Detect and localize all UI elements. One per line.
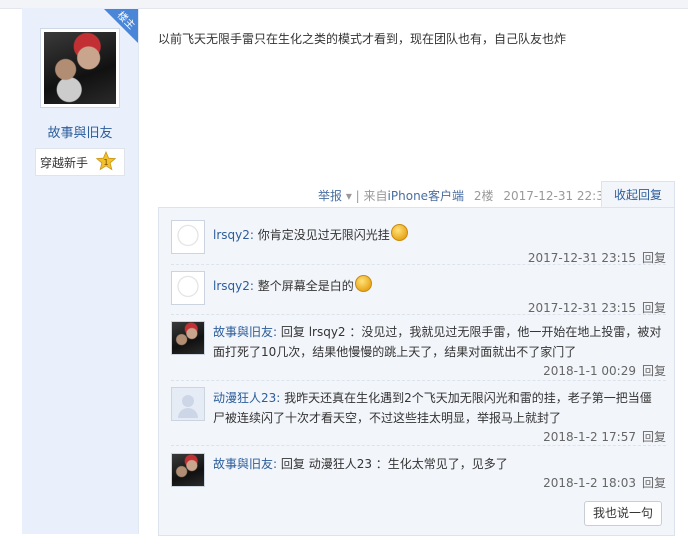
say-something-button[interactable]: 我也说一句 bbox=[584, 501, 662, 526]
reply-link[interactable]: 回复 bbox=[642, 476, 666, 490]
reply-item: lrsqy2: 你肯定没见过无限闪光挂 2017-12-31 23:15 回复 bbox=[171, 220, 666, 265]
svg-text:1: 1 bbox=[103, 158, 108, 167]
reply-meta: 2018-1-2 18:03 回复 bbox=[543, 474, 666, 491]
reply-body: 回复 lrsqy2 ：没见过，我就见过无限手雷，他一开始在地上投雷，被对面打死了… bbox=[213, 325, 662, 359]
meta-divider: | bbox=[355, 189, 364, 203]
reply-text: 动漫狂人23: 我昨天还真在生化遇到2个飞天加无限闪光和雷的挂，老子第一把当僵尸… bbox=[213, 388, 663, 428]
reply-meta: 2018-1-2 17:57 回复 bbox=[543, 428, 666, 445]
reply-time: 2017-12-31 23:15 bbox=[527, 301, 636, 315]
reply-time: 2018-1-2 17:57 bbox=[543, 430, 636, 444]
chevron-down-icon: ▾ bbox=[342, 189, 356, 203]
reply-separator bbox=[171, 264, 666, 265]
smile-emoji-icon bbox=[390, 224, 408, 241]
floor-number: 2楼 bbox=[473, 189, 494, 203]
reply-time: 2017-12-31 23:15 bbox=[527, 251, 636, 265]
post-time: 2017-12-31 22:39 bbox=[503, 189, 612, 203]
reply-box: lrsqy2: 你肯定没见过无限闪光挂 2017-12-31 23:15 回复 l… bbox=[158, 207, 675, 536]
collapse-replies-tab[interactable]: 收起回复 bbox=[601, 181, 675, 209]
reply-text: 故事與旧友: 回复 动漫狂人23 ：生化太常见了，见多了 bbox=[213, 454, 663, 474]
reply-author[interactable]: lrsqy2: bbox=[213, 279, 254, 293]
smile-emoji-icon bbox=[354, 275, 372, 292]
source-prefix: 来自 bbox=[363, 189, 388, 203]
reply-text: lrsqy2: 你肯定没见过无限闪光挂 bbox=[213, 224, 663, 245]
reply-link[interactable]: 回复 bbox=[642, 301, 666, 315]
level-star-icon: 1 bbox=[96, 151, 116, 171]
reply-avatar[interactable] bbox=[171, 453, 205, 487]
page: 楼主 故事與旧友 穿越新手 1 以前飞天无限手雷只在生化之类的模式才看到，现在团… bbox=[0, 0, 688, 536]
reply-text: 故事與旧友: 回复 lrsqy2 ：没见过，我就见过无限手雷，他一开始在地上投雷… bbox=[213, 322, 663, 362]
reply-link[interactable]: 回复 bbox=[642, 430, 666, 444]
rank-box: 穿越新手 1 bbox=[35, 148, 125, 176]
reply-time: 2018-1-1 00:29 bbox=[543, 364, 636, 378]
reply-item: lrsqy2: 整个屏幕全是白的 2017-12-31 23:15 回复 bbox=[171, 271, 666, 315]
author-avatar[interactable] bbox=[40, 28, 120, 108]
reply-avatar[interactable] bbox=[171, 220, 205, 254]
reply-link[interactable]: 回复 bbox=[642, 251, 666, 265]
report-link[interactable]: 举报 bbox=[318, 189, 342, 203]
reply-avatar[interactable] bbox=[171, 321, 205, 355]
reply-author[interactable]: 动漫狂人23: bbox=[213, 391, 280, 405]
author-name[interactable]: 故事與旧友 bbox=[22, 122, 138, 141]
reply-author[interactable]: 故事與旧友: bbox=[213, 457, 277, 471]
reply-text: lrsqy2: 整个屏幕全是白的 bbox=[213, 275, 663, 296]
reply-item: 故事與旧友: 回复 lrsqy2 ：没见过，我就见过无限手雷，他一开始在地上投雷… bbox=[171, 321, 666, 379]
reply-meta: 2018-1-1 00:29 回复 bbox=[543, 362, 666, 379]
reply-item: 动漫狂人23: 我昨天还真在生化遇到2个飞天加无限闪光和雷的挂，老子第一把当僵尸… bbox=[171, 387, 666, 445]
reply-body: 回复 动漫狂人23 ：生化太常见了，见多了 bbox=[280, 457, 508, 471]
reply-item: 故事與旧友: 回复 动漫狂人23 ：生化太常见了，见多了 2018-1-2 18… bbox=[171, 453, 666, 495]
post-content: 以前飞天无限手雷只在生化之类的模式才看到，现在团队也有，自己队友也炸 bbox=[158, 32, 567, 46]
reply-separator bbox=[171, 314, 666, 315]
reply-avatar[interactable] bbox=[171, 387, 205, 421]
reply-author[interactable]: lrsqy2: bbox=[213, 228, 254, 242]
reply-avatar[interactable] bbox=[171, 271, 205, 305]
post-meta: 举报 ▾ | 来自iPhone客户端 2楼 2017-12-31 22:39 bbox=[318, 187, 612, 204]
rank-label: 穿越新手 bbox=[40, 156, 89, 170]
avatar-photo bbox=[44, 32, 116, 104]
source-link[interactable]: iPhone客户端 bbox=[388, 189, 465, 203]
reply-link[interactable]: 回复 bbox=[642, 364, 666, 378]
reply-body: 你肯定没见过无限闪光挂 bbox=[257, 228, 390, 242]
reply-separator bbox=[171, 380, 666, 381]
reply-separator bbox=[171, 445, 666, 446]
reply-body: 整个屏幕全是白的 bbox=[257, 279, 354, 293]
reply-time: 2018-1-2 18:03 bbox=[543, 476, 636, 490]
reply-author[interactable]: 故事與旧友: bbox=[213, 325, 277, 339]
